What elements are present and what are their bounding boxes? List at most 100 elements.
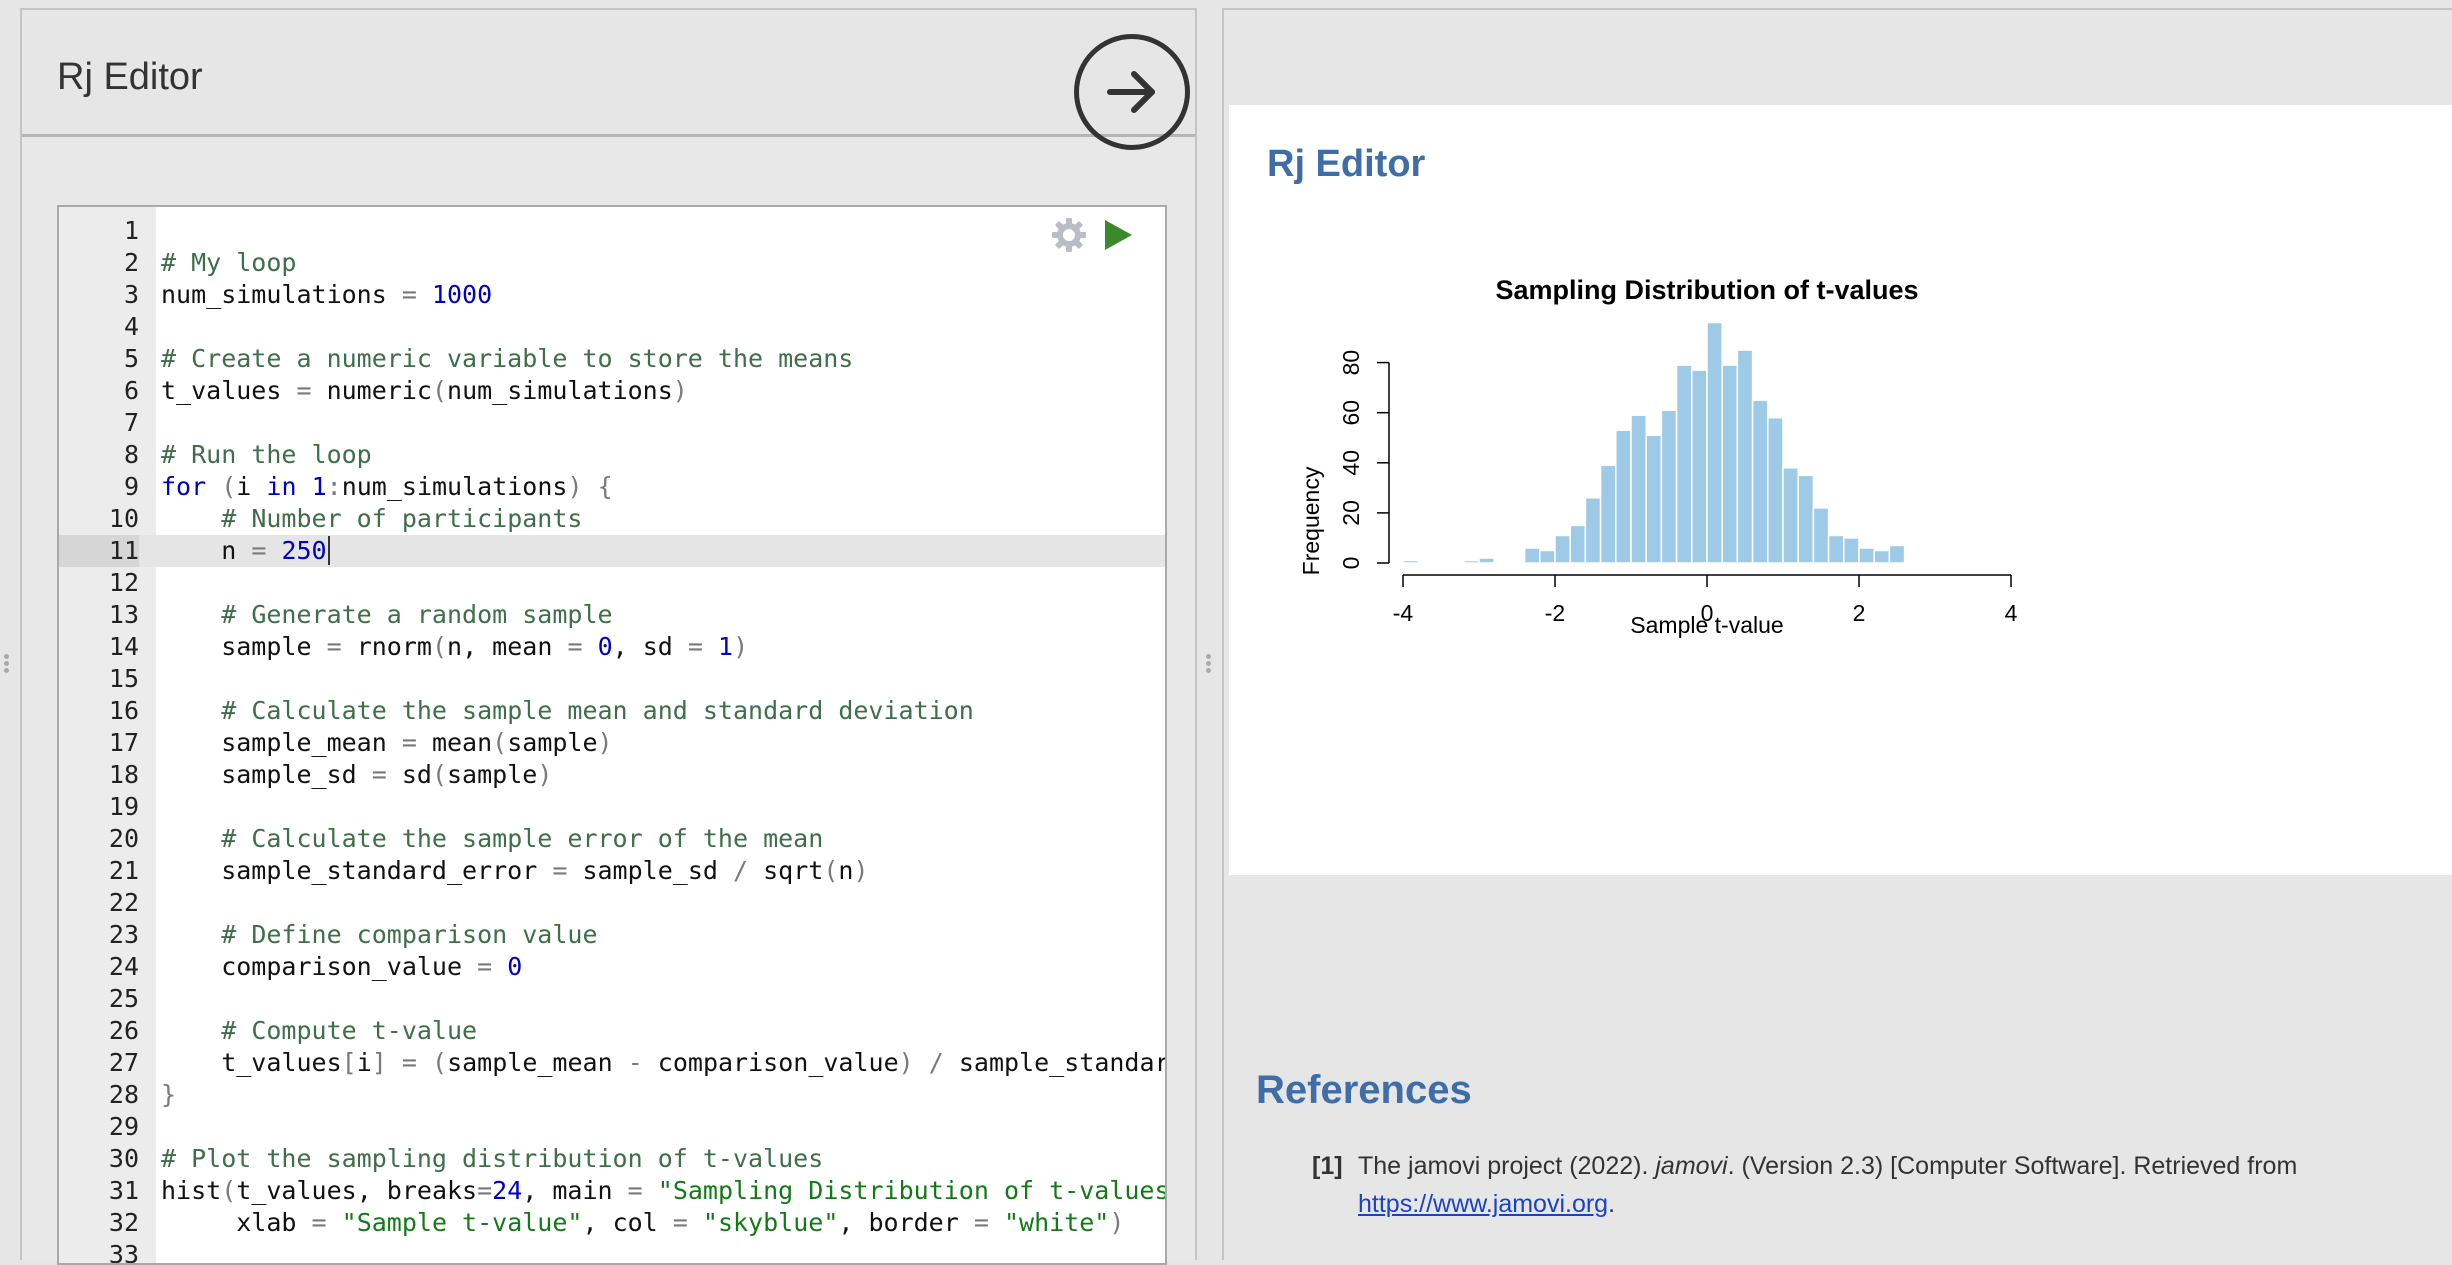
code-line[interactable]: 28} <box>59 1079 1165 1111</box>
histogram-bar <box>1751 399 1769 564</box>
code-line[interactable]: 10 # Number of participants <box>59 503 1165 535</box>
code-token: = <box>296 376 312 405</box>
code-token: "Sampling Distribution of t-values" <box>657 1176 1167 1205</box>
code-line[interactable]: 22 <box>59 887 1165 919</box>
code-token: num_simulations <box>447 376 673 405</box>
code-text: # My loop <box>161 247 296 279</box>
code-line[interactable]: 30 # Plot the sampling distribution of t-… <box>59 1143 1165 1175</box>
code-token: ( <box>492 728 508 757</box>
histogram-bar <box>1660 409 1678 564</box>
code-token: = <box>401 728 417 757</box>
code-editor[interactable]: 1 2 # My loop 3 num_simulations = 1000 4 5 # Cr… <box>57 205 1167 1265</box>
histogram-bar <box>1797 474 1815 564</box>
editor-settings-button[interactable] <box>1049 215 1089 255</box>
code-line[interactable]: 7 <box>59 407 1165 439</box>
panel-splitter-handle[interactable] <box>1206 652 1212 682</box>
code-line[interactable]: 27 t_values[i] = (sample_mean - comparis… <box>59 1047 1165 1079</box>
code-token: sample_mean <box>447 1048 628 1077</box>
play-icon <box>1105 220 1132 250</box>
y-tick-label: 40 <box>1338 450 1364 476</box>
code-line[interactable]: 14 sample = rnorm(n, mean = 0, sd = 1) <box>59 631 1165 663</box>
code-line[interactable]: 2 # My loop <box>59 247 1165 279</box>
code-token: # Compute t-value <box>221 1016 478 1045</box>
code-token: ) <box>597 728 613 757</box>
code-line[interactable]: 6 t_values = numeric(num_simulations) <box>59 375 1165 407</box>
code-line[interactable]: 3 num_simulations = 1000 <box>59 279 1165 311</box>
code-token: = <box>687 632 703 661</box>
code-line[interactable]: 29 <box>59 1111 1165 1143</box>
code-token: sample_sd <box>161 760 372 789</box>
code-line[interactable]: 32 xlab = "Sample t-value", col = "skybl… <box>59 1207 1165 1239</box>
code-token: - <box>627 1048 643 1077</box>
code-text: xlab = "Sample t-value", col = "skyblue"… <box>161 1207 1124 1239</box>
code-line[interactable]: 4 <box>59 311 1165 343</box>
results-card: Rj Editor Sampling Distribution of t-val… <box>1229 105 2452 875</box>
histogram-bar <box>1402 559 1419 564</box>
code-text: t_values[i] = (sample_mean - comparison_… <box>161 1047 1165 1079</box>
code-token: { <box>597 472 613 501</box>
code-line[interactable]: 18 sample_sd = sd(sample) <box>59 759 1165 791</box>
code-line[interactable]: 16 # Calculate the sample mean and stand… <box>59 695 1165 727</box>
line-number: 17 <box>108 728 139 757</box>
line-number: 32 <box>108 1208 139 1237</box>
code-text: # Calculate the sample error of the mean <box>161 823 823 855</box>
code-line[interactable]: 33 <box>59 1239 1165 1263</box>
code-line[interactable]: 11 n = 250 <box>59 535 1165 567</box>
y-tick-label: 60 <box>1338 400 1364 426</box>
code-token: # Plot the sampling distribution of t-va… <box>161 1144 824 1173</box>
code-token: ( <box>221 472 237 501</box>
code-token: : <box>326 472 342 501</box>
code-token: n <box>838 856 854 885</box>
code-text: # Calculate the sample mean and standard… <box>161 695 974 727</box>
code-line[interactable]: 23 # Define comparison value <box>59 919 1165 951</box>
reference-link[interactable]: https://www.jamovi.org <box>1358 1190 1608 1218</box>
code-token: num_simulations <box>341 472 568 501</box>
return-button[interactable] <box>1074 34 1190 150</box>
code-line[interactable]: 31 hist(t_values, breaks=24, main = "Samp… <box>59 1175 1165 1207</box>
code-line[interactable]: 15 <box>59 663 1165 695</box>
code-token: = <box>251 536 267 565</box>
code-line[interactable]: 26 # Compute t-value <box>59 1015 1165 1047</box>
code-token: i <box>356 1048 372 1077</box>
code-line[interactable]: 8 # Run the loop <box>59 439 1165 471</box>
code-line[interactable]: 9 for (i in 1:num_simulations) { <box>59 471 1165 503</box>
line-number: 28 <box>108 1080 139 1109</box>
code-line[interactable]: 5 # Create a numeric variable to store th… <box>59 343 1165 375</box>
code-line[interactable]: 20 # Calculate the sample error of the m… <box>59 823 1165 855</box>
run-code-button[interactable] <box>1099 217 1135 253</box>
code-token: sample <box>447 760 538 789</box>
code-token: = <box>326 632 342 661</box>
code-token: 1 <box>718 632 734 661</box>
editor-options-panel: Rj Editor 1 2 # My loop 3 num_simulations = … <box>20 8 1197 1265</box>
code-line[interactable]: 19 <box>59 791 1165 823</box>
code-lines[interactable]: 1 2 # My loop 3 num_simulations = 1000 4 5 # Cr… <box>59 215 1165 1263</box>
code-line[interactable]: 21 sample_standard_error = sample_sd / s… <box>59 855 1165 887</box>
code-line[interactable]: 17 sample_mean = mean(sample) <box>59 727 1165 759</box>
code-line[interactable]: 13 # Generate a random sample <box>59 599 1165 631</box>
y-tick-label: 80 <box>1338 350 1364 376</box>
code-token: 1 <box>311 472 327 501</box>
code-line[interactable]: 25 <box>59 983 1165 1015</box>
code-token: sample <box>507 728 598 757</box>
code-token: = <box>973 1208 989 1237</box>
code-token: # Number of participants <box>221 504 583 533</box>
code-line[interactable]: 12 <box>59 567 1165 599</box>
histogram-bar <box>1554 534 1571 564</box>
code-token: in <box>266 472 297 501</box>
histogram-bar <box>1463 559 1480 564</box>
code-token: 0 <box>507 952 523 981</box>
line-number: 5 <box>123 344 139 373</box>
code-line[interactable]: 24 comparison_value = 0 <box>59 951 1165 983</box>
code-text: # Compute t-value <box>161 1015 477 1047</box>
histogram-bar <box>1584 497 1602 564</box>
code-line[interactable]: 1 <box>59 215 1165 247</box>
panel-splitter-handle[interactable] <box>4 652 10 682</box>
code-token: ) <box>567 472 583 501</box>
x-tick-label: -4 <box>1393 600 1414 626</box>
line-number: 15 <box>108 664 139 693</box>
